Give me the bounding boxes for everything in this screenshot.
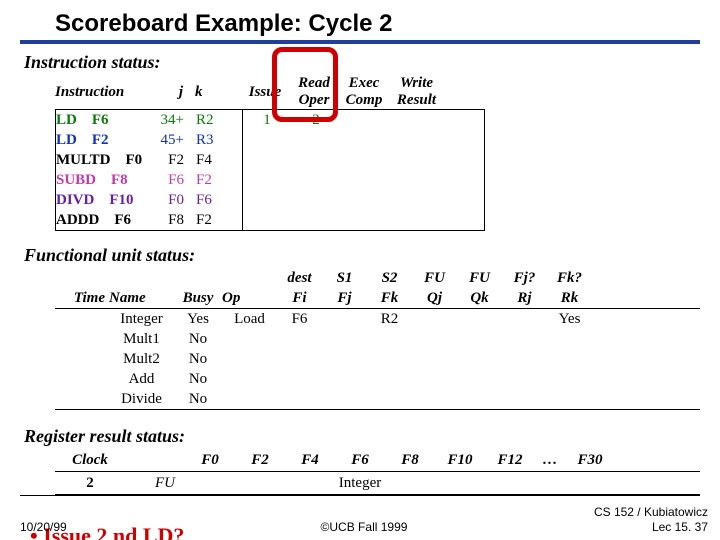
reg-col-F0: F0 [185, 452, 235, 469]
col-s1: S1 [322, 270, 367, 287]
instr-row: LD F634+R212 [56, 110, 484, 130]
instr-row: ADDD F6F8F2 [56, 210, 484, 230]
col-issue: Issue [241, 84, 289, 101]
col-j: j [145, 84, 189, 101]
fu-status-heading: Functional unit status: [24, 245, 700, 266]
clock-value: 2 [55, 475, 125, 492]
col-fu2: FU [457, 270, 502, 287]
fu-row: AddNo [55, 369, 700, 389]
slide-title: Scoreboard Example: Cycle 2 [20, 10, 700, 38]
fu-row: Mult2No [55, 349, 700, 369]
reg-col-F12: F12 [485, 452, 535, 469]
col-name: Name [109, 290, 174, 307]
rr-row: 2 FU Integer [55, 471, 700, 495]
instr-row: LD F245+R3 [56, 130, 484, 150]
col-exec: Exec Comp [339, 75, 389, 109]
rr-header: Clock F0F2F4F6F8F10F12…F30 [55, 449, 700, 471]
fu-row: DivideNo [55, 389, 700, 409]
instr-row: SUBD F8F6F2 [56, 170, 484, 190]
fu-body: IntegerYesLoadF6R2YesMult1NoMult2NoAddNo… [55, 308, 700, 410]
fu-header-bot: Time Name Busy Op Fi Fj Fk Qj Qk Rj Rk [55, 288, 700, 308]
col-busy: Busy [174, 290, 222, 307]
instr-row: DIVD F10F0F6 [56, 190, 484, 210]
col-op: Op [222, 290, 277, 307]
col-rk: Rk [547, 290, 592, 307]
reg-col-F10: F10 [435, 452, 485, 469]
col-instruction: Instruction [55, 84, 145, 101]
col-rj: Rj [502, 290, 547, 307]
col-time: Time [55, 290, 109, 307]
reg-col-F6: F6 [335, 452, 385, 469]
instruction-status-table: Instruction j k Issue Read Oper Exec Com… [55, 75, 485, 231]
reg-val-F6: Integer [335, 475, 385, 492]
register-status-table: Clock F0F2F4F6F8F10F12…F30 2 FU Integer [55, 449, 700, 495]
footer-center: ©UCB Fall 1999 [20, 520, 708, 534]
footer: 10/20/99 ©UCB Fall 1999 CS 152 / Kubiato… [20, 505, 708, 534]
instr-body: LD F634+R212LD F245+R3MULTD F0F2F4SUBD F… [55, 109, 485, 231]
fu-row: Mult1No [55, 329, 700, 349]
col-write: Write Result [389, 75, 444, 109]
fu-label: FU [125, 475, 185, 492]
instr-row: MULTD F0F2F4 [56, 150, 484, 170]
fu-header-top: dest S1 S2 FU FU Fj? Fk? [55, 268, 700, 288]
reg-col-F4: F4 [285, 452, 335, 469]
col-k: k [189, 84, 241, 101]
col-fk: Fk [367, 290, 412, 307]
col-fkq: Fk? [547, 270, 592, 287]
slide: Scoreboard Example: Cycle 2 Instruction … [0, 0, 720, 540]
reg-col-F8: F8 [385, 452, 435, 469]
col-fu1: FU [412, 270, 457, 287]
reg-col-F30: F30 [565, 452, 615, 469]
clock-label: Clock [55, 452, 125, 469]
instr-header-row: Instruction j k Issue Read Oper Exec Com… [55, 75, 485, 109]
reg-col-…: … [535, 452, 565, 469]
fu-status-table: dest S1 S2 FU FU Fj? Fk? Time Name Busy … [55, 268, 700, 410]
register-status-heading: Register result status: [24, 426, 700, 447]
col-s2: S2 [367, 270, 412, 287]
col-qj: Qj [412, 290, 457, 307]
col-read: Read Oper [289, 75, 339, 109]
instruction-status-heading: Instruction status: [24, 52, 700, 73]
footer-rule [20, 495, 700, 496]
footer-course: CS 152 / Kubiatowicz [594, 505, 708, 519]
title-underline [20, 40, 700, 44]
col-fj: Fj [322, 290, 367, 307]
col-qk: Qk [457, 290, 502, 307]
fu-row: IntegerYesLoadF6R2Yes [55, 309, 700, 329]
reg-col-F2: F2 [235, 452, 285, 469]
col-dest: dest [277, 270, 322, 287]
col-fi: Fi [277, 290, 322, 307]
col-fjq: Fj? [502, 270, 547, 287]
